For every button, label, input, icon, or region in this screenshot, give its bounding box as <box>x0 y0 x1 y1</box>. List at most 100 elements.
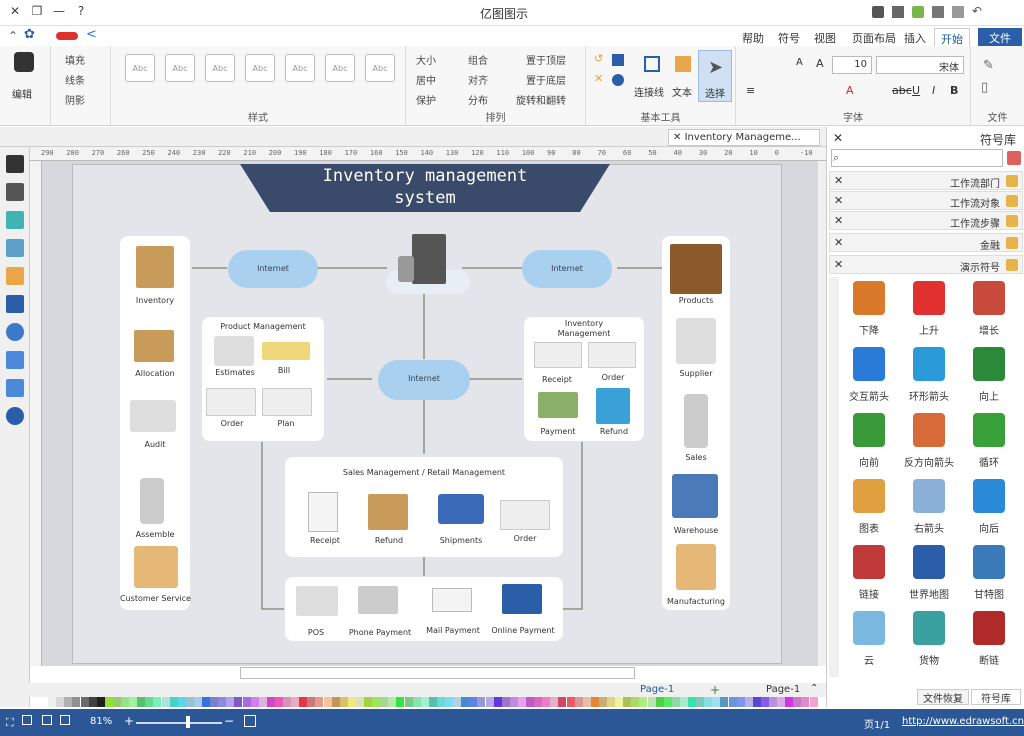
color-swatch[interactable] <box>647 697 656 707</box>
color-swatch[interactable] <box>534 697 543 707</box>
tab-symbol-library[interactable]: 符号库 <box>971 689 1021 705</box>
color-swatch[interactable] <box>550 697 559 707</box>
curve-icon[interactable]: ↺ <box>594 52 603 65</box>
color-swatch[interactable] <box>80 697 89 707</box>
document-tab[interactable]: ✕ Inventory Manageme... <box>668 129 820 146</box>
color-swatch[interactable] <box>461 697 470 707</box>
tab-view[interactable]: 视图 <box>808 28 842 46</box>
layers-icon[interactable] <box>6 267 24 285</box>
fill-button[interactable]: 填充 <box>65 52 85 67</box>
style-tile-2[interactable]: Abc <box>325 54 355 82</box>
align-button[interactable]: 对齐 <box>468 72 488 87</box>
color-swatch[interactable] <box>631 697 640 707</box>
zoom-out-icon[interactable]: − <box>224 714 234 728</box>
color-swatch[interactable] <box>56 697 65 707</box>
tab-file-recovery[interactable]: 文件恢复 <box>917 689 969 705</box>
symbol-shape[interactable]: 反方向箭头 <box>901 409 957 469</box>
tab-insert[interactable]: 插入 <box>898 28 932 46</box>
color-swatch[interactable] <box>72 697 81 707</box>
text-button[interactable]: 文本 <box>670 52 696 102</box>
color-swatch[interactable] <box>671 697 680 707</box>
symbol-shape[interactable]: 向前 <box>841 409 897 469</box>
color-swatch[interactable] <box>615 697 624 707</box>
color-swatch[interactable] <box>242 697 251 707</box>
color-swatch[interactable] <box>64 697 73 707</box>
fullscreen-icon[interactable]: ⛶ <box>6 716 14 730</box>
color-swatch[interactable] <box>696 697 705 707</box>
symbol-shape[interactable]: 环形箭头 <box>901 343 957 403</box>
color-swatch[interactable] <box>112 697 121 707</box>
page-collapse-icon[interactable]: ⌃ <box>810 683 818 694</box>
globe-icon[interactable] <box>6 323 24 341</box>
line-button[interactable]: 线条 <box>65 72 85 87</box>
ellipse-icon[interactable] <box>612 74 624 86</box>
color-swatch[interactable] <box>274 697 283 707</box>
find-icon[interactable] <box>14 52 34 72</box>
category-row[interactable]: ✕ 工作流部门 <box>829 171 1023 190</box>
color-swatch[interactable] <box>104 697 113 707</box>
color-swatch[interactable] <box>485 697 494 707</box>
paint-icon[interactable]: ✎ <box>983 58 994 73</box>
help-button[interactable]: ? <box>72 4 90 20</box>
color-swatch[interactable] <box>704 697 713 707</box>
color-swatch[interactable] <box>177 697 186 707</box>
document-icon[interactable] <box>6 351 24 369</box>
image-icon[interactable] <box>6 239 24 257</box>
color-swatch[interactable] <box>623 697 632 707</box>
library-grid-icon[interactable] <box>1007 151 1021 165</box>
export-icon[interactable] <box>912 6 924 18</box>
color-swatch[interactable] <box>655 697 664 707</box>
color-swatch[interactable] <box>210 697 219 707</box>
panel-scrollbar[interactable] <box>829 277 839 677</box>
color-swatch[interactable] <box>558 697 567 707</box>
new-icon[interactable] <box>952 6 964 18</box>
page-icon[interactable]: ▯ <box>981 80 988 95</box>
strike-icon[interactable]: abc <box>892 84 912 97</box>
expand-icon[interactable]: ⌃ <box>8 29 18 43</box>
style-tile-6[interactable]: Abc <box>165 54 195 82</box>
style-tile-1[interactable]: Abc <box>365 54 395 82</box>
color-swatch[interactable] <box>250 697 259 707</box>
color-swatch[interactable] <box>137 697 146 707</box>
color-swatch[interactable] <box>355 697 364 707</box>
category-row[interactable]: ✕ 工作流步骤 <box>829 211 1023 230</box>
distribute-button[interactable]: 分布 <box>468 92 488 107</box>
style-tile-4[interactable]: Abc <box>245 54 275 82</box>
color-swatch[interactable] <box>315 697 324 707</box>
symbol-shape[interactable]: 循环 <box>961 409 1017 469</box>
help-icon[interactable] <box>6 407 24 425</box>
color-palette[interactable] <box>40 697 830 709</box>
search-icon[interactable]: ⌕ <box>833 151 839 165</box>
color-swatch[interactable] <box>193 697 202 707</box>
comment-icon[interactable] <box>6 379 24 397</box>
font-color-icon[interactable]: A <box>846 84 854 97</box>
color-swatch[interactable] <box>574 697 583 707</box>
color-swatch[interactable] <box>501 697 510 707</box>
color-swatch[interactable] <box>88 697 97 707</box>
color-swatch[interactable] <box>679 697 688 707</box>
color-swatch[interactable] <box>590 697 599 707</box>
open-icon[interactable] <box>932 6 944 18</box>
page-list-icon[interactable] <box>6 295 24 313</box>
rotate-button[interactable]: 旋转和翻转 <box>516 92 566 107</box>
close-doc-icon[interactable]: ✕ <box>673 132 685 143</box>
color-swatch[interactable] <box>493 697 502 707</box>
color-swatch[interactable] <box>145 697 154 707</box>
zoom-in-icon[interactable]: + <box>124 714 134 728</box>
color-swatch[interactable] <box>582 697 591 707</box>
color-swatch[interactable] <box>526 697 534 707</box>
style-tile-3[interactable]: Abc <box>285 54 315 82</box>
fit-width-icon[interactable] <box>42 715 52 725</box>
color-swatch[interactable] <box>96 697 105 707</box>
edit-button[interactable]: 编辑 <box>12 86 32 101</box>
color-swatch[interactable] <box>517 697 526 707</box>
color-swatch[interactable] <box>185 697 194 707</box>
zoom-value[interactable]: 81% <box>90 716 112 727</box>
color-swatch[interactable] <box>307 697 316 707</box>
share-icon[interactable]: < <box>86 27 97 42</box>
category-row[interactable]: ✕ 工作流对象 <box>829 191 1023 210</box>
color-swatch[interactable] <box>388 697 397 707</box>
color-swatch[interactable] <box>372 697 381 707</box>
category-row[interactable]: ✕ 演示符号 <box>829 255 1023 274</box>
pen-icon[interactable] <box>6 183 24 201</box>
